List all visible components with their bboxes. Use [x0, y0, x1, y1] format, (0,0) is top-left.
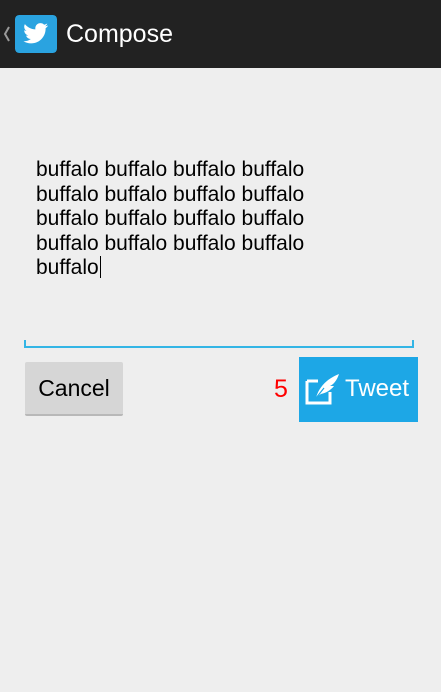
- cancel-button[interactable]: Cancel: [25, 362, 123, 416]
- text-field-underline-right-tick: [412, 340, 414, 348]
- tweet-text-field[interactable]: buffalo buffalo buffalo buffalo buffalo …: [36, 158, 356, 281]
- remaining-characters-count: 5: [274, 375, 288, 403]
- tweet-button[interactable]: Tweet: [299, 357, 418, 422]
- action-bar: Compose: [0, 0, 441, 68]
- screen-title: Compose: [66, 20, 173, 48]
- tweet-text-content: buffalo buffalo buffalo buffalo buffalo …: [36, 158, 305, 279]
- text-field-underline: [24, 346, 414, 348]
- tweet-button-label: Tweet: [345, 375, 410, 402]
- compose-quill-icon: [305, 374, 339, 405]
- text-cursor: [99, 256, 102, 278]
- twitter-bird-icon[interactable]: [15, 15, 57, 53]
- chevron-left-icon[interactable]: [3, 24, 11, 44]
